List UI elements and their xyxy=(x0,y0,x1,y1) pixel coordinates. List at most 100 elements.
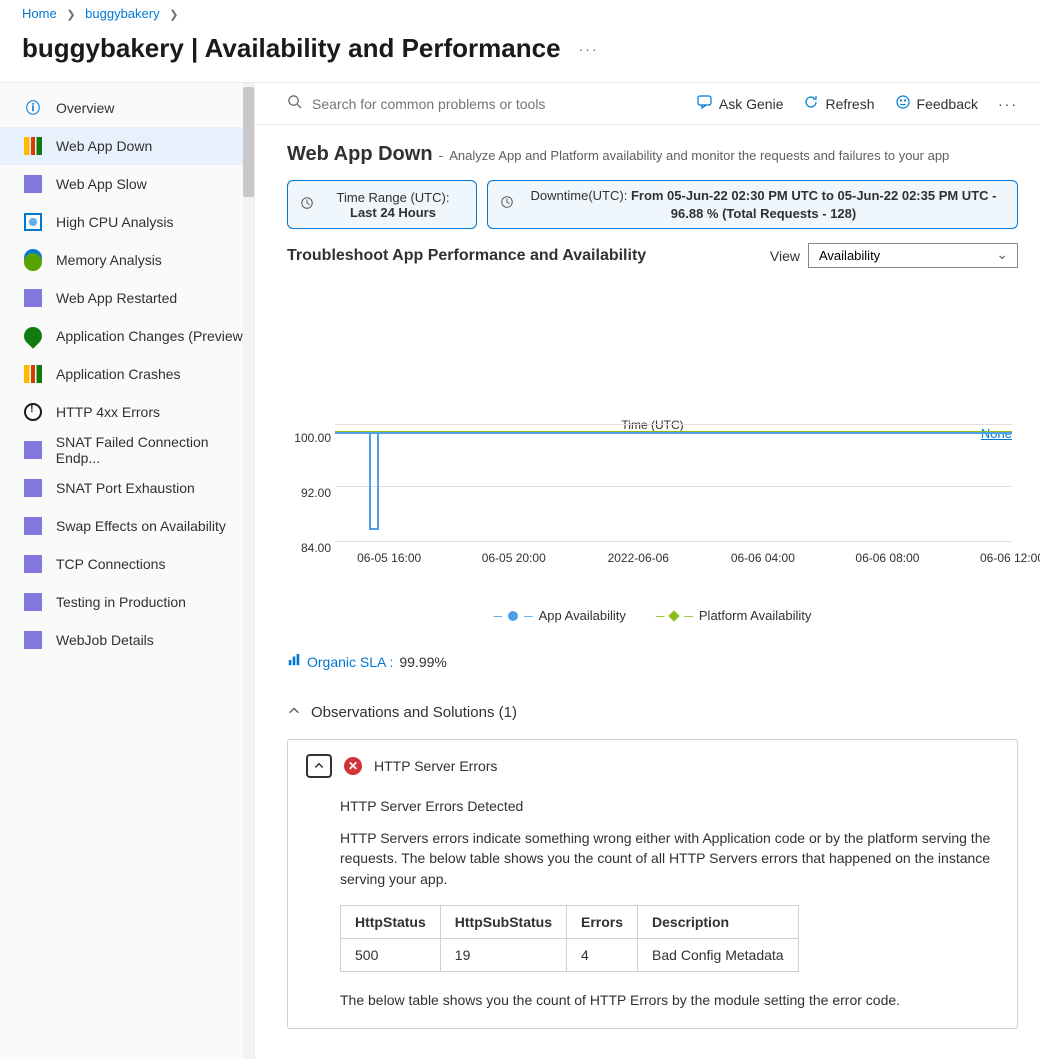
chevron-right-icon: ❯ xyxy=(66,9,75,21)
clock-icon xyxy=(300,196,314,213)
sidebar-item-test-prod[interactable]: Testing in Production xyxy=(0,583,254,621)
smiley-icon xyxy=(895,94,911,113)
bars-icon xyxy=(24,365,42,383)
pin-icon xyxy=(20,323,45,348)
section-subtitle: Analyze App and Platform availability an… xyxy=(449,148,949,163)
observation-description: HTTP Servers errors indicate something w… xyxy=(340,828,999,889)
circle-icon xyxy=(508,611,518,621)
sla-link[interactable]: Organic SLA : xyxy=(307,654,393,670)
sidebar-item-label: WebJob Details xyxy=(56,632,154,648)
circ-icon xyxy=(24,403,42,421)
sidebar-item-web-app-down[interactable]: Web App Down xyxy=(0,127,254,165)
feedback-button[interactable]: Feedback xyxy=(895,94,978,113)
clock-icon xyxy=(500,195,514,214)
sidebar-item-crashes[interactable]: Application Crashes xyxy=(0,355,254,393)
view-select[interactable]: Availability xyxy=(808,243,1018,268)
chart-x-tick: 2022-06-06 xyxy=(608,551,669,565)
sidebar-item-label: Web App Slow xyxy=(56,176,147,192)
table-header: Description xyxy=(638,905,799,938)
sidebar-item-label: SNAT Port Exhaustion xyxy=(56,480,195,496)
more-actions-button[interactable]: ··· xyxy=(579,41,599,57)
chart-legend: ── App Availability ── Platform Availabi… xyxy=(287,608,1018,623)
sidebar-item-label: Overview xyxy=(56,100,114,116)
bar-chart-icon xyxy=(287,653,301,670)
sidebar-item-high-cpu[interactable]: High CPU Analysis xyxy=(0,203,254,241)
sidebar-item-snat-failed[interactable]: SNAT Failed Connection Endp... xyxy=(0,431,254,469)
chart-y-tick: 100.00 xyxy=(291,431,331,445)
chart-x-tick: 06-06 04:00 xyxy=(731,551,795,565)
sidebar-item-app-changes[interactable]: Application Changes (Preview) xyxy=(0,317,254,355)
observation-subtitle: HTTP Server Errors Detected xyxy=(340,798,999,814)
observation-footer-text: The below table shows you the count of H… xyxy=(340,992,999,1008)
toolbar: Ask Genie Refresh Feedback ··· xyxy=(255,83,1040,125)
time-range-pill[interactable]: Time Range (UTC): Last 24 Hours xyxy=(287,180,477,229)
toolbar-more-button[interactable]: ··· xyxy=(998,96,1018,112)
sla-value: 99.99% xyxy=(399,654,446,670)
sidebar-item-snat-port[interactable]: SNAT Port Exhaustion xyxy=(0,469,254,507)
chart-x-tick: 06-06 12:00 xyxy=(980,551,1040,565)
chart-x-tick: 06-06 08:00 xyxy=(855,551,919,565)
downtime-pill[interactable]: Downtime(UTC): From 05-Jun-22 02:30 PM U… xyxy=(487,180,1018,229)
view-label: View xyxy=(770,248,800,264)
main-panel: Ask Genie Refresh Feedback ··· Web App D… xyxy=(255,83,1040,1059)
observations-heading: Observations and Solutions (1) xyxy=(311,704,517,721)
purple-icon xyxy=(24,289,42,307)
purple-icon xyxy=(24,555,42,573)
sidebar-item-memory[interactable]: Memory Analysis xyxy=(0,241,254,279)
cell-substatus: 19 xyxy=(440,938,566,971)
sidebar-item-webjob[interactable]: WebJob Details xyxy=(0,621,254,659)
purple-icon xyxy=(24,593,42,611)
troubleshoot-heading: Troubleshoot App Performance and Availab… xyxy=(287,247,646,265)
purple-icon xyxy=(24,441,42,459)
cell-errors: 4 xyxy=(567,938,638,971)
search-icon xyxy=(287,94,302,113)
breadcrumb-home[interactable]: Home xyxy=(22,6,57,21)
refresh-label: Refresh xyxy=(825,96,874,112)
cell-desc: Bad Config Metadata xyxy=(638,938,799,971)
legend-platform-availability: ── Platform Availability xyxy=(656,608,812,623)
error-icon: ✕ xyxy=(344,757,362,775)
sidebar-item-label: TCP Connections xyxy=(56,556,165,572)
chevron-up-icon[interactable] xyxy=(287,704,301,721)
bars-icon xyxy=(24,137,42,155)
ask-genie-button[interactable]: Ask Genie xyxy=(697,94,784,113)
refresh-icon xyxy=(803,94,819,113)
section-title: Web App Down xyxy=(287,143,433,166)
table-row: 500 19 4 Bad Config Metadata xyxy=(341,938,799,971)
breadcrumb-resource[interactable]: buggybakery xyxy=(85,6,159,21)
sidebar-scrollbar[interactable] xyxy=(243,83,254,1059)
collapse-button[interactable] xyxy=(306,754,332,778)
http-errors-table: HttpStatusHttpSubStatusErrorsDescription… xyxy=(340,905,799,972)
purple-icon xyxy=(24,631,42,649)
sidebar-scrollbar-thumb[interactable] xyxy=(243,87,254,197)
purple-icon xyxy=(24,175,42,193)
sidebar-item-restarted[interactable]: Web App Restarted xyxy=(0,279,254,317)
availability-chart: None 100.0092.0084.0006-05 16:0006-05 20… xyxy=(287,418,1018,598)
sidebar-item-label: High CPU Analysis xyxy=(56,214,174,230)
chart-y-tick: 84.00 xyxy=(291,541,331,555)
downtime-label: Downtime(UTC): xyxy=(531,188,631,203)
chip-icon xyxy=(24,213,42,231)
sidebar-item-swap[interactable]: Swap Effects on Availability xyxy=(0,507,254,545)
table-header: HttpStatus xyxy=(341,905,441,938)
sidebar-item-label: Web App Restarted xyxy=(56,290,177,306)
chart-x-tick: 06-05 20:00 xyxy=(482,551,546,565)
cell-status: 500 xyxy=(341,938,441,971)
sidebar-item-web-app-slow[interactable]: Web App Slow xyxy=(0,165,254,203)
sidebar-item-label: Web App Down xyxy=(56,138,152,154)
sidebar-item-label: Memory Analysis xyxy=(56,252,162,268)
sidebar-item-overview[interactable]: Overview xyxy=(0,89,254,127)
time-range-label: Time Range (UTC): xyxy=(337,190,450,205)
search-input[interactable] xyxy=(312,96,697,112)
sidebar-item-tcp[interactable]: TCP Connections xyxy=(0,545,254,583)
chat-icon xyxy=(697,94,713,113)
refresh-button[interactable]: Refresh xyxy=(803,94,874,113)
downtime-value: From 05-Jun-22 02:30 PM UTC to 05-Jun-22… xyxy=(631,188,997,221)
time-range-value: Last 24 Hours xyxy=(350,205,436,220)
breadcrumb: Home ❯ buggybakery ❯ xyxy=(0,0,1040,27)
sidebar-item-http4xx[interactable]: HTTP 4xx Errors xyxy=(0,393,254,431)
purple-icon xyxy=(24,479,42,497)
legend-app-availability: ── App Availability xyxy=(494,608,626,623)
table-header: HttpSubStatus xyxy=(440,905,566,938)
feedback-label: Feedback xyxy=(917,96,978,112)
